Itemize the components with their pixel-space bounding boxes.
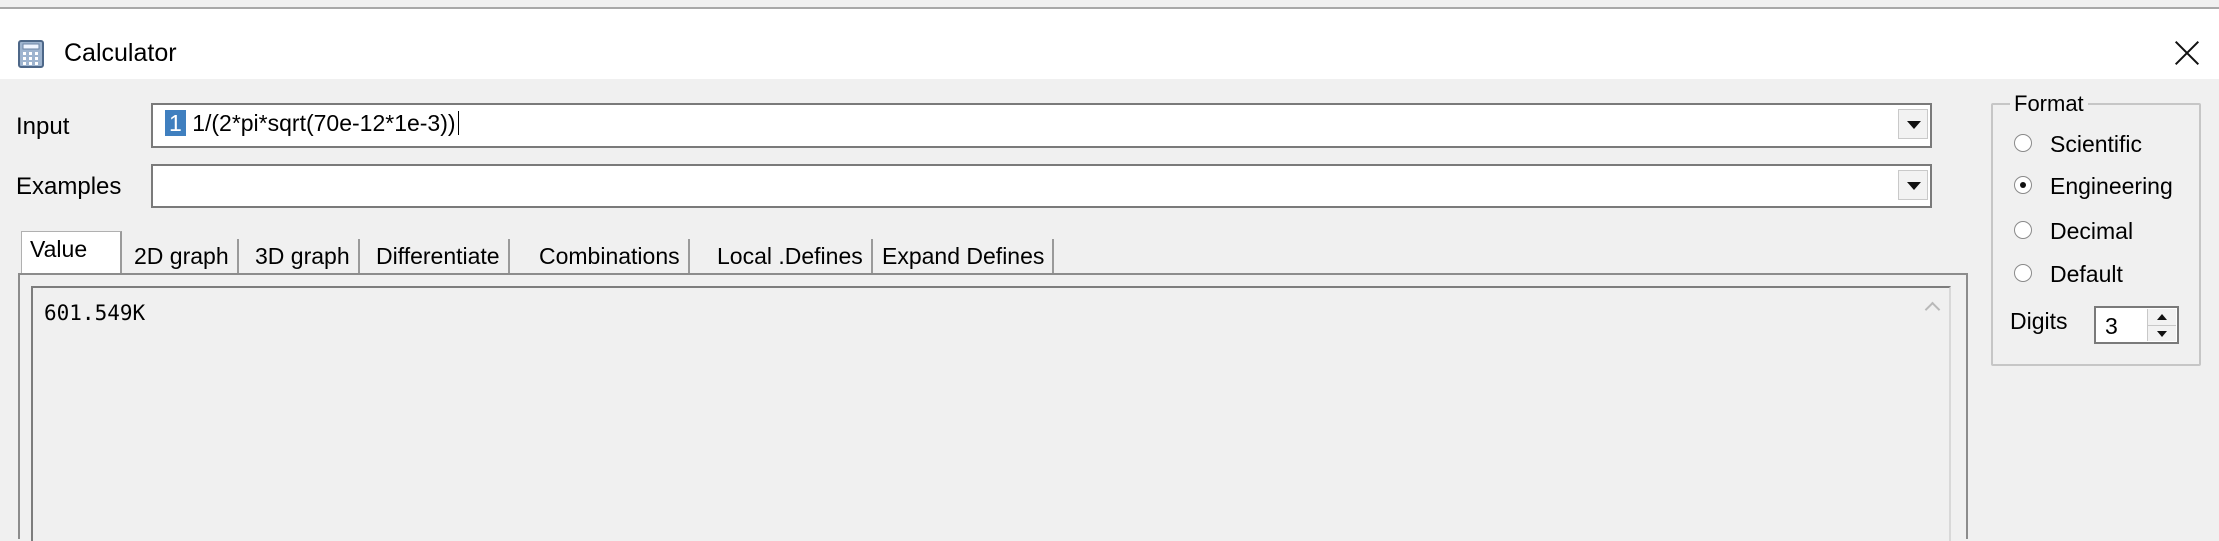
scroll-up-icon[interactable]: [1921, 297, 1945, 321]
tab-value[interactable]: Value: [21, 231, 122, 274]
radio-indicator: [2014, 264, 2032, 282]
radio-label: Default: [2050, 261, 2123, 287]
title-bar: Calculator: [0, 9, 2219, 79]
radio-label: Scientific: [2050, 131, 2143, 157]
tab-combinations[interactable]: Combinations: [531, 239, 690, 273]
format-group: Format Scientific Engineering Decimal De…: [1991, 92, 2201, 366]
tab-expand-defines[interactable]: Expand Defines: [874, 239, 1055, 273]
tab-differentiate[interactable]: Differentiate: [368, 239, 510, 273]
radio-label: Decimal: [2050, 218, 2134, 244]
digits-label: Digits: [2010, 308, 2068, 334]
radio-indicator: [2014, 221, 2032, 239]
close-icon[interactable]: [2160, 27, 2212, 79]
selected-text: 1: [165, 110, 186, 136]
input-field[interactable]: 1 1/(2*pi*sqrt(70e-12*1e-3)): [165, 108, 459, 138]
result-value: 601.549K: [44, 301, 146, 325]
input-label: Input: [16, 113, 70, 140]
window-title: Calculator: [64, 39, 177, 67]
digits-stepper[interactable]: 3: [2094, 306, 2179, 344]
tab-panel: 601.549K: [18, 273, 1968, 541]
tab-local-defines[interactable]: Local .Defines: [709, 239, 873, 273]
input-expression: 1/(2*pi*sqrt(70e-12*1e-3)): [192, 110, 456, 136]
text-caret: [457, 111, 459, 135]
chevron-down-icon[interactable]: [1898, 109, 1928, 139]
examples-combobox[interactable]: [151, 164, 1932, 208]
stepper-down-icon[interactable]: [2148, 325, 2176, 342]
stepper-buttons: [2147, 309, 2176, 341]
format-legend: Format: [2010, 92, 2088, 116]
examples-label: Examples: [16, 173, 122, 200]
radio-indicator: [2014, 134, 2032, 152]
chevron-down-icon[interactable]: [1898, 170, 1928, 200]
digits-value[interactable]: 3: [2105, 312, 2118, 340]
result-output[interactable]: 601.549K: [31, 286, 1951, 541]
tab-3d-graph[interactable]: 3D graph: [247, 239, 360, 273]
tab-2d-graph[interactable]: 2D graph: [126, 239, 239, 273]
radio-indicator: [2014, 176, 2032, 194]
radio-label: Engineering: [2050, 173, 2173, 199]
calculator-icon: [18, 40, 44, 68]
window-top-border: [0, 0, 2219, 9]
input-combobox[interactable]: 1 1/(2*pi*sqrt(70e-12*1e-3)): [151, 103, 1932, 148]
stepper-up-icon[interactable]: [2148, 309, 2176, 325]
